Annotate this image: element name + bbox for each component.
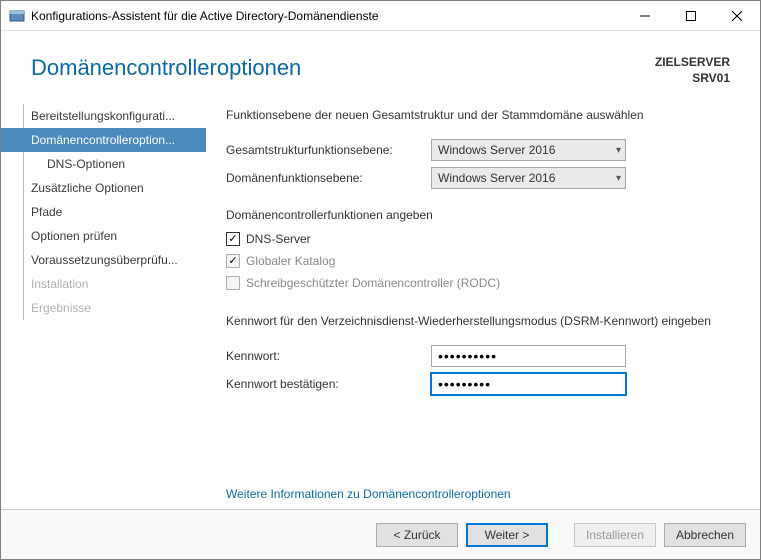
window-controls [622, 1, 760, 30]
title-bar: Konfigurations-Assistent für die Active … [1, 1, 760, 31]
header: Domänencontrolleroptionen ZIELSERVER SRV… [1, 31, 760, 96]
sidebar-item-prereq[interactable]: Voraussetzungsüberprüfu... [1, 248, 206, 272]
confirm-password-label: Kennwort bestätigen: [226, 377, 431, 391]
domain-level-dropdown[interactable]: Windows Server 2016 ▾ [431, 167, 626, 189]
sidebar-item-deployment[interactable]: Bereitstellungskonfigurati... [1, 104, 206, 128]
forest-level-label: Gesamtstrukturfunktionsebene: [226, 143, 431, 157]
target-server-name: SRV01 [655, 71, 730, 87]
footer: < Zurück Weiter > Installieren Abbrechen [1, 509, 760, 559]
install-button: Installieren [574, 523, 656, 547]
sidebar-item-installation: Installation [1, 272, 206, 296]
chevron-down-icon: ▾ [616, 145, 621, 156]
window-title: Konfigurations-Assistent für die Active … [31, 9, 622, 23]
next-button[interactable]: Weiter > [466, 523, 548, 547]
content-pane: Funktionsebene der neuen Gesamtstruktur … [206, 96, 760, 509]
password-label: Kennwort: [226, 349, 431, 363]
cancel-button[interactable]: Abbrechen [664, 523, 746, 547]
confirm-password-input[interactable] [431, 373, 626, 395]
rodc-label: Schreibgeschützter Domänencontroller (RO… [246, 276, 500, 290]
sidebar-item-dcoptions[interactable]: Domänencontrolleroption... [1, 128, 206, 152]
sidebar-item-review[interactable]: Optionen prüfen [1, 224, 206, 248]
app-icon [9, 8, 25, 24]
sidebar-item-dns[interactable]: DNS-Optionen [1, 152, 206, 176]
body: Bereitstellungskonfigurati... Domänencon… [1, 96, 760, 509]
functional-level-instruction: Funktionsebene der neuen Gesamtstruktur … [226, 108, 740, 122]
domain-level-label: Domänenfunktionsebene: [226, 171, 431, 185]
chevron-down-icon: ▾ [616, 173, 621, 184]
more-info-link[interactable]: Weitere Informationen zu Domänencontroll… [226, 487, 511, 501]
dns-server-checkbox[interactable] [226, 232, 240, 246]
minimize-button[interactable] [622, 1, 668, 30]
dsrm-instruction: Kennwort für den Verzeichnisdienst-Wiede… [226, 314, 740, 328]
global-catalog-label: Globaler Katalog [246, 254, 335, 268]
sidebar-item-results: Ergebnisse [1, 296, 206, 320]
target-server-label: ZIELSERVER [655, 55, 730, 71]
back-button[interactable]: < Zurück [376, 523, 458, 547]
wizard-window: Konfigurations-Assistent für die Active … [0, 0, 761, 560]
forest-level-dropdown[interactable]: Windows Server 2016 ▾ [431, 139, 626, 161]
capabilities-label: Domänencontrollerfunktionen angeben [226, 208, 740, 222]
target-server-box: ZIELSERVER SRV01 [655, 55, 730, 86]
sidebar: Bereitstellungskonfigurati... Domänencon… [1, 96, 206, 509]
maximize-button[interactable] [668, 1, 714, 30]
sidebar-item-paths[interactable]: Pfade [1, 200, 206, 224]
dns-server-label: DNS-Server [246, 232, 311, 246]
password-input[interactable] [431, 345, 626, 367]
global-catalog-checkbox [226, 254, 240, 268]
sidebar-item-additional[interactable]: Zusätzliche Optionen [1, 176, 206, 200]
page-title: Domänencontrolleroptionen [31, 55, 655, 81]
rodc-checkbox [226, 276, 240, 290]
close-button[interactable] [714, 1, 760, 30]
